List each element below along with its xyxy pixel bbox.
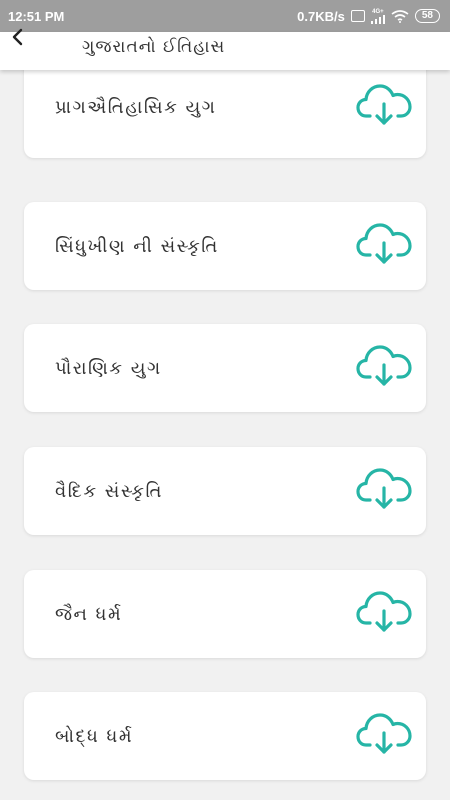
page-title: ગુજરાતનો ઈતિહાસ: [82, 37, 226, 57]
cloud-download-icon: [356, 84, 412, 125]
status-right: 0.7KB/s 4G+ 58: [297, 9, 440, 24]
cloud-download-icon: [356, 223, 412, 264]
download-button[interactable]: [356, 343, 412, 393]
volte-icon: [350, 10, 365, 22]
app-bar: ગુજરાતનો ઈતિહાસ: [0, 28, 450, 70]
signal-icon: 4G+: [370, 9, 385, 24]
chevron-left-icon: [12, 28, 23, 46]
status-time: 12:51 PM: [8, 8, 65, 24]
download-button[interactable]: [356, 221, 412, 271]
network-speed: 0.7KB/s: [297, 8, 345, 24]
download-button[interactable]: [356, 589, 412, 639]
battery-indicator: 58: [414, 9, 440, 23]
cloud-download-icon: [356, 345, 412, 386]
list-item-label: જૈન ધર્મ: [55, 603, 123, 625]
list-item[interactable]: બોદ્ધ ધર્મ: [24, 692, 426, 780]
back-button[interactable]: [0, 28, 46, 70]
cloud-download-icon: [356, 468, 412, 509]
cloud-download-icon: [356, 591, 412, 632]
list-item-label: પૌરાણિક યુગ: [55, 357, 162, 379]
list-item-label: વૈદિક સંસ્કૃતિ: [55, 480, 163, 502]
list-item-label: બોદ્ધ ધર્મ: [55, 725, 134, 747]
list-item[interactable]: જૈન ધર્મ: [24, 570, 426, 658]
cloud-download-icon: [356, 713, 412, 754]
wifi-icon: [391, 9, 409, 23]
download-button[interactable]: [356, 82, 412, 132]
list-item-label: સિંધુખીણ ની સંસ્કૃતિ: [55, 235, 219, 257]
download-button[interactable]: [356, 466, 412, 516]
download-button[interactable]: [356, 711, 412, 761]
list-item[interactable]: વૈદિક સંસ્કૃતિ: [24, 447, 426, 535]
status-bar: 12:51 PM 0.7KB/s 4G+ 58: [0, 0, 450, 32]
list-item[interactable]: પ્રાગઐતિહાસિક યુગ: [24, 56, 426, 158]
list-item[interactable]: પૌરાણિક યુગ: [24, 324, 426, 412]
list-item[interactable]: સિંધુખીણ ની સંસ્કૃતિ: [24, 202, 426, 290]
list-item-label: પ્રાગઐતિહાસિક યુગ: [55, 96, 217, 118]
